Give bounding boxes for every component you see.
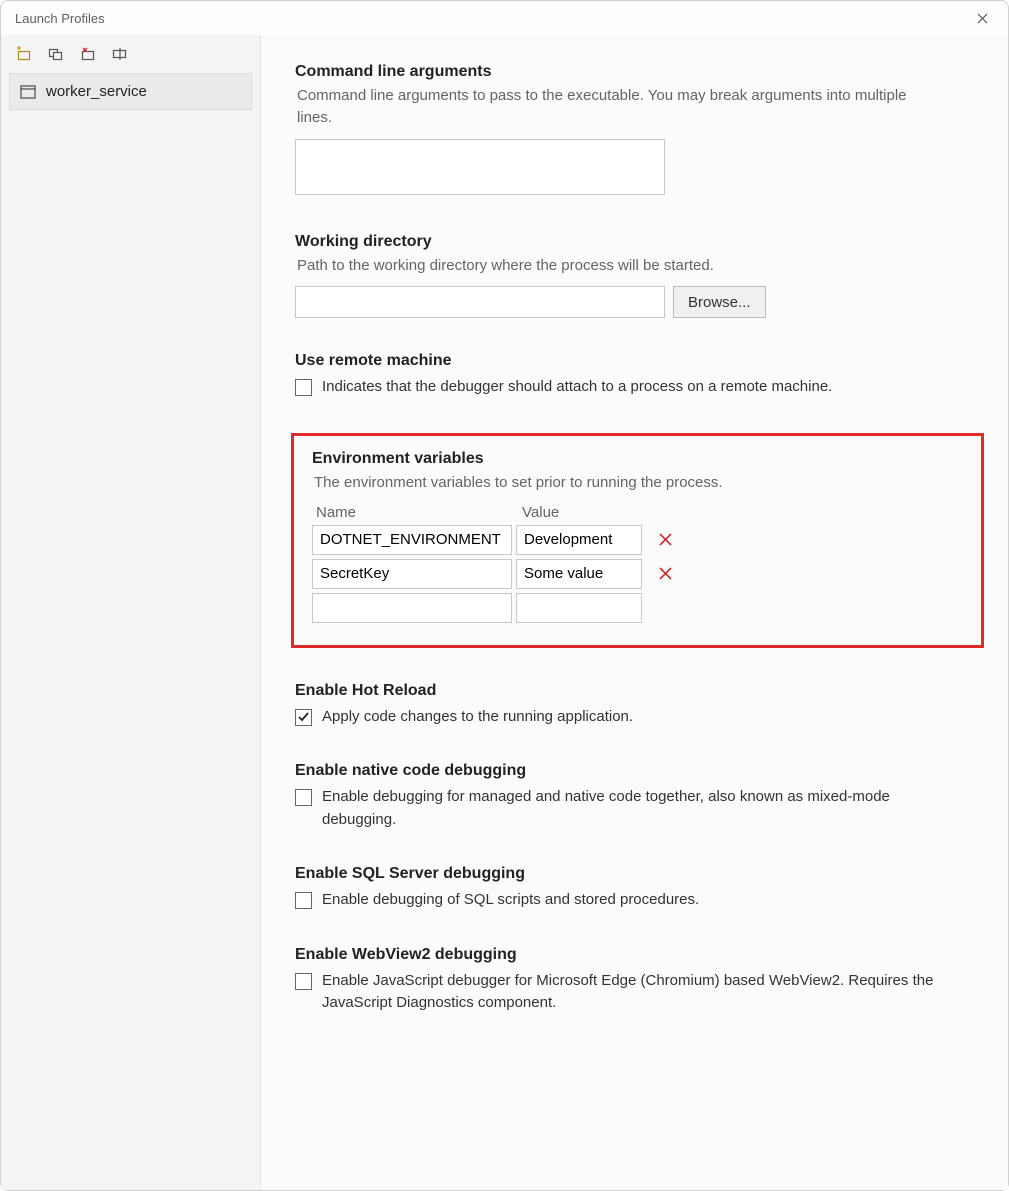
workdir-input[interactable] [295,286,665,318]
profiles-toolbar [9,41,252,73]
webview-heading: Enable WebView2 debugging [295,946,980,964]
section-webview: Enable WebView2 debugging Enable JavaScr… [295,946,980,1015]
native-checkbox-label: Enable debugging for managed and native … [322,786,955,831]
env-value-input[interactable] [516,559,642,589]
env-name-input[interactable] [312,559,512,589]
hotreload-checkbox-label: Apply code changes to the running applic… [322,706,633,729]
section-remote: Use remote machine Indicates that the de… [295,352,980,399]
profile-item-label: worker_service [46,83,147,100]
sql-checkbox-label: Enable debugging of SQL scripts and stor… [322,889,699,912]
cmdline-heading: Command line arguments [295,63,980,81]
dialog-body: worker_service Command line arguments Co… [1,35,1008,1190]
env-col-name: Name [312,504,512,521]
section-cmdline: Command line arguments Command line argu… [295,63,980,199]
cmdline-desc: Command line arguments to pass to the ex… [297,85,937,129]
env-value-input[interactable] [516,525,642,555]
webview-checkbox[interactable] [295,973,312,990]
profile-settings: Command line arguments Command line argu… [261,35,1008,1190]
env-name-input[interactable] [312,593,512,623]
delete-profile-icon[interactable] [79,45,97,63]
sql-heading: Enable SQL Server debugging [295,865,980,883]
env-desc: The environment variables to set prior t… [314,472,954,494]
project-icon [20,85,36,99]
env-table: Name Value [312,504,963,623]
duplicate-profile-icon[interactable] [47,45,65,63]
env-row [312,559,963,589]
env-value-input[interactable] [516,593,642,623]
close-button[interactable] [968,4,996,32]
browse-button[interactable]: Browse... [673,286,766,318]
env-heading: Environment variables [312,450,963,468]
section-hotreload: Enable Hot Reload Apply code changes to … [295,682,980,729]
workdir-desc: Path to the working directory where the … [297,255,937,277]
env-row [312,525,963,555]
remote-checkbox[interactable] [295,379,312,396]
hotreload-checkbox[interactable] [295,709,312,726]
native-heading: Enable native code debugging [295,762,980,780]
remote-heading: Use remote machine [295,352,980,370]
titlebar: Launch Profiles [1,1,1008,35]
webview-checkbox-label: Enable JavaScript debugger for Microsoft… [322,970,955,1015]
new-profile-icon[interactable] [15,45,33,63]
launch-profiles-dialog: Launch Profiles [0,0,1009,1191]
section-native: Enable native code debugging Enable debu… [295,762,980,831]
env-col-value: Value [518,504,644,521]
remote-checkbox-label: Indicates that the debugger should attac… [322,376,832,399]
profile-item-worker-service[interactable]: worker_service [9,73,252,110]
cmdline-input[interactable] [295,139,665,195]
rename-profile-icon[interactable] [111,45,129,63]
workdir-heading: Working directory [295,233,980,251]
hotreload-heading: Enable Hot Reload [295,682,980,700]
section-sql: Enable SQL Server debugging Enable debug… [295,865,980,912]
env-delete-row-icon[interactable] [652,527,678,553]
profiles-sidebar: worker_service [1,35,261,1190]
env-name-input[interactable] [312,525,512,555]
window-title: Launch Profiles [15,11,105,26]
section-workdir: Working directory Path to the working di… [295,233,980,319]
section-env-highlighted: Environment variables The environment va… [291,433,984,648]
env-delete-row-icon[interactable] [652,561,678,587]
env-row [312,593,963,623]
sql-checkbox[interactable] [295,892,312,909]
native-checkbox[interactable] [295,789,312,806]
